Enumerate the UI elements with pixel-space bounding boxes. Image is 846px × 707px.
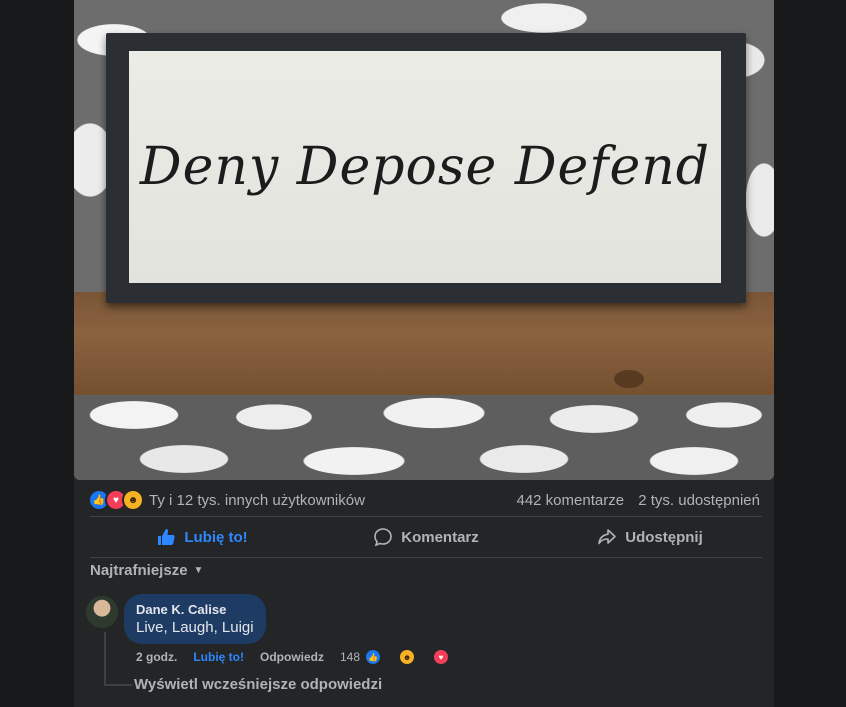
sign-text: Deny Depose Defend — [139, 137, 711, 197]
comment-sort-dropdown[interactable]: Najtrafniejsze ▼ — [90, 562, 203, 579]
thread-hook — [104, 684, 132, 686]
comment-time[interactable]: 2 godz. — [136, 650, 177, 664]
comment-button-label: Komentarz — [401, 528, 479, 546]
comment-meta: 2 godz. Lubię to! Odpowiedz 148 👍 ☻ ♥ — [136, 648, 466, 666]
post-actions: Lubię to! Komentarz Udostępnij — [90, 518, 762, 556]
haha-reaction-icon: ☻ — [122, 489, 144, 511]
stats-right: 442 komentarze 2 tys. udostępnień — [506, 492, 760, 509]
divider-top — [90, 516, 762, 517]
comment-bubble: Dane K. Calise Live, Laugh, Luigi — [124, 594, 266, 644]
thumbs-up-icon — [158, 529, 175, 545]
thread-line — [104, 632, 106, 686]
post-stats: 👍 ♥ ☻ Ty i 12 tys. innych użytkowników 4… — [88, 488, 760, 512]
commenter-avatar[interactable] — [86, 596, 118, 628]
post-card: Deny Depose Defend 👍 ♥ ☻ Ty i 12 tys. in… — [74, 0, 774, 707]
love-reaction-icon: ♥ — [432, 648, 451, 666]
view-previous-replies-link[interactable]: Wyświetl wcześniejsze odpowiedzi — [134, 676, 382, 693]
post-photo[interactable]: Deny Depose Defend — [74, 0, 774, 480]
sign-board: Deny Depose Defend — [129, 51, 721, 283]
reactions-text: Ty i 12 tys. innych użytkowników — [149, 491, 365, 509]
stone-wall — [74, 395, 774, 480]
wood-knot — [614, 370, 644, 388]
comment-author[interactable]: Dane K. Calise — [136, 602, 254, 617]
comment-button[interactable]: Komentarz — [314, 518, 538, 556]
sort-label: Najtrafniejsze — [90, 562, 188, 579]
comments-count-link[interactable]: 442 komentarze — [516, 492, 624, 509]
share-button-label: Udostępnij — [625, 528, 703, 546]
share-button[interactable]: Udostępnij — [538, 518, 762, 556]
like-reaction-icon: 👍 — [364, 648, 383, 666]
haha-reaction-icon: ☻ — [398, 648, 417, 666]
caret-down-icon: ▼ — [193, 565, 204, 576]
comment-reply-link[interactable]: Odpowiedz — [260, 650, 324, 664]
sign-frame: Deny Depose Defend — [106, 33, 746, 303]
like-button[interactable]: Lubię to! — [90, 518, 314, 556]
wooden-shelf — [74, 292, 774, 396]
comment-reaction-count[interactable]: 148 — [340, 650, 360, 664]
comment-like-link[interactable]: Lubię to! — [193, 650, 244, 664]
divider-bottom — [90, 557, 762, 558]
comment-text: Live, Laugh, Luigi — [136, 619, 254, 636]
like-button-label: Lubię to! — [184, 528, 248, 546]
shares-count-link[interactable]: 2 tys. udostępnień — [638, 492, 760, 509]
comment-bubble-icon — [374, 528, 393, 547]
reactions-summary[interactable]: 👍 ♥ ☻ Ty i 12 tys. innych użytkowników — [88, 489, 365, 511]
share-arrow-icon — [598, 529, 617, 545]
comment-reactions[interactable]: 👍 ☻ ♥ — [364, 648, 466, 666]
